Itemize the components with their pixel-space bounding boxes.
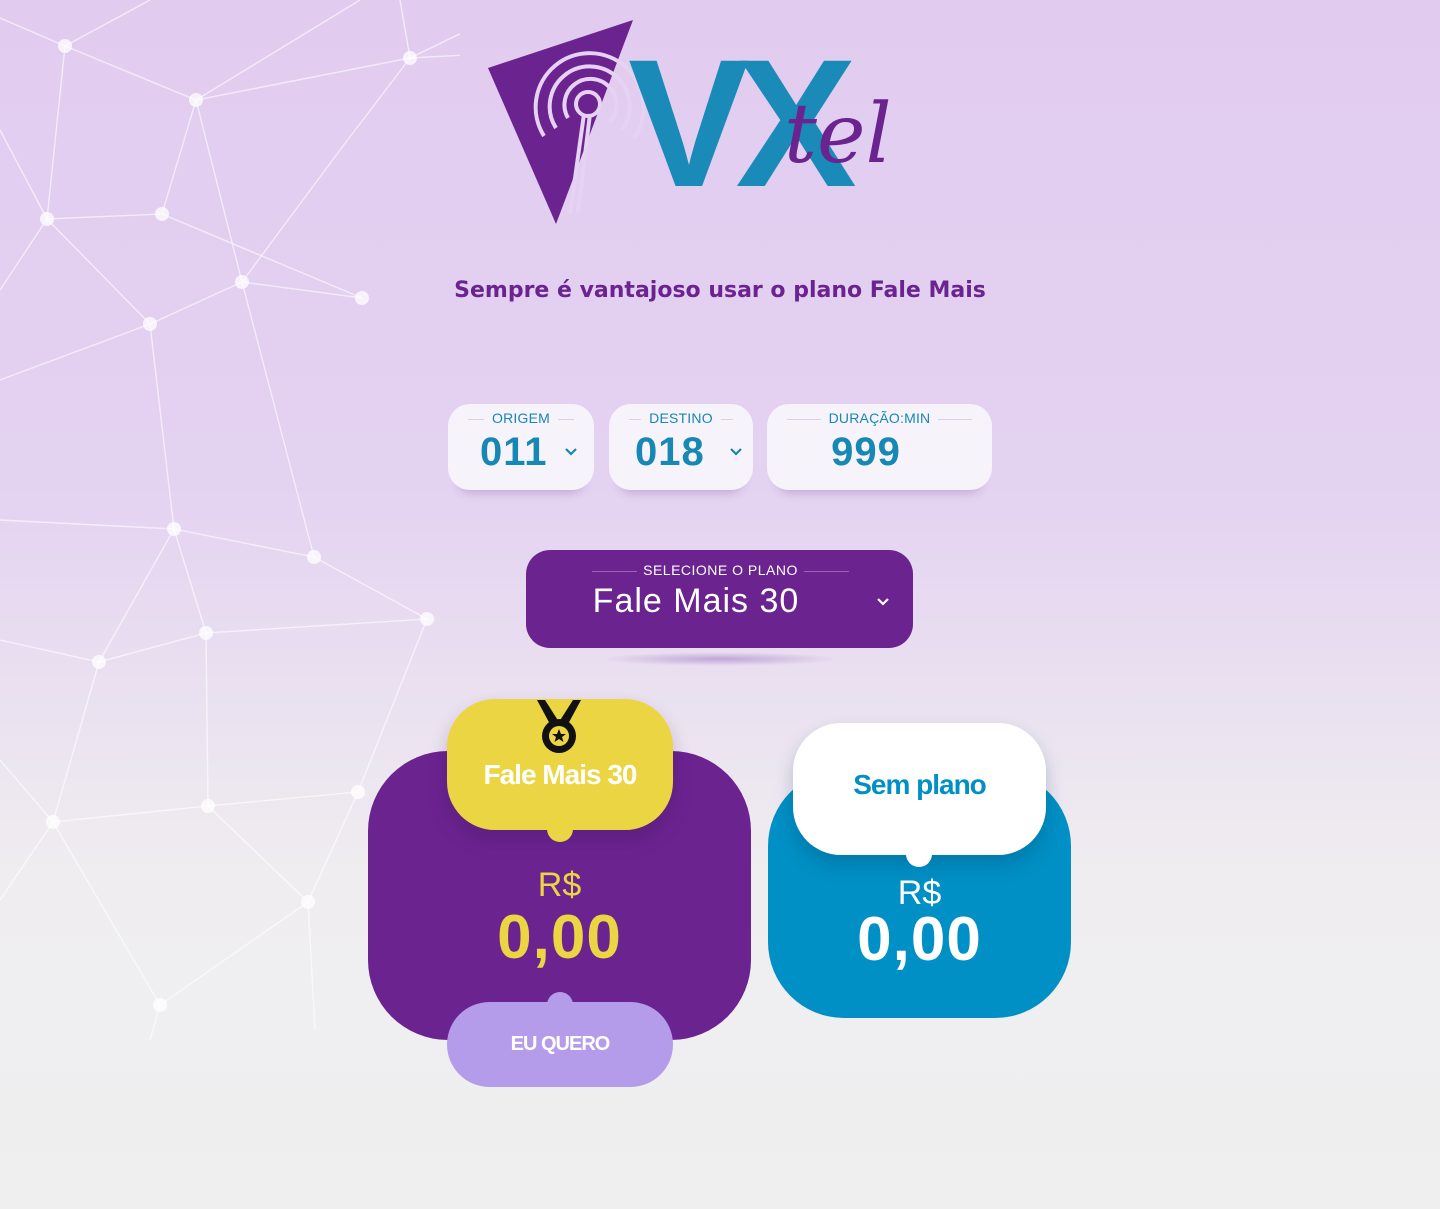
chevron-down-icon [565,448,577,456]
without-plan-amount: 0,00 [857,905,982,974]
chevron-down-icon [730,448,742,456]
plan-select-shadow [600,652,840,666]
with-plan-title: Fale Mais 30 [483,759,638,790]
tagline: Sempre é vantajoso usar o plano Fale Mai… [454,278,986,303]
destination-value: 018 [635,430,705,474]
destination-label: DESTINO [641,410,721,426]
duration-label: DURAÇÃO:MIN [820,410,939,426]
without-plan-title: Sem plano [853,769,987,800]
with-plan-amount: 0,00 [497,903,622,972]
logo-tel: tel [784,87,892,182]
chevron-down-icon [877,598,889,606]
plan-select[interactable]: SELECIONE O PLANO Fale Mais 30 [526,550,913,648]
origin-label: ORIGEM [484,410,558,426]
without-plan-title-tag: Sem plano [793,723,1046,867]
with-plan-currency: R$ [537,866,582,904]
vxtel-logo: VX tel [488,20,892,225]
duration-value: 999 [831,430,901,474]
origin-value: 011 [480,430,548,474]
origin-select[interactable]: ORIGEM 011 [448,404,594,490]
eu-quero-button[interactable]: EU QUERO [447,992,673,1087]
plan-value: Fale Mais 30 [592,582,800,620]
medal-icon [537,700,581,753]
destination-select[interactable]: DESTINO 018 [609,404,753,490]
plan-label: SELECIONE O PLANO [637,562,804,578]
duration-input[interactable]: DURAÇÃO:MIN 999 [767,404,992,490]
